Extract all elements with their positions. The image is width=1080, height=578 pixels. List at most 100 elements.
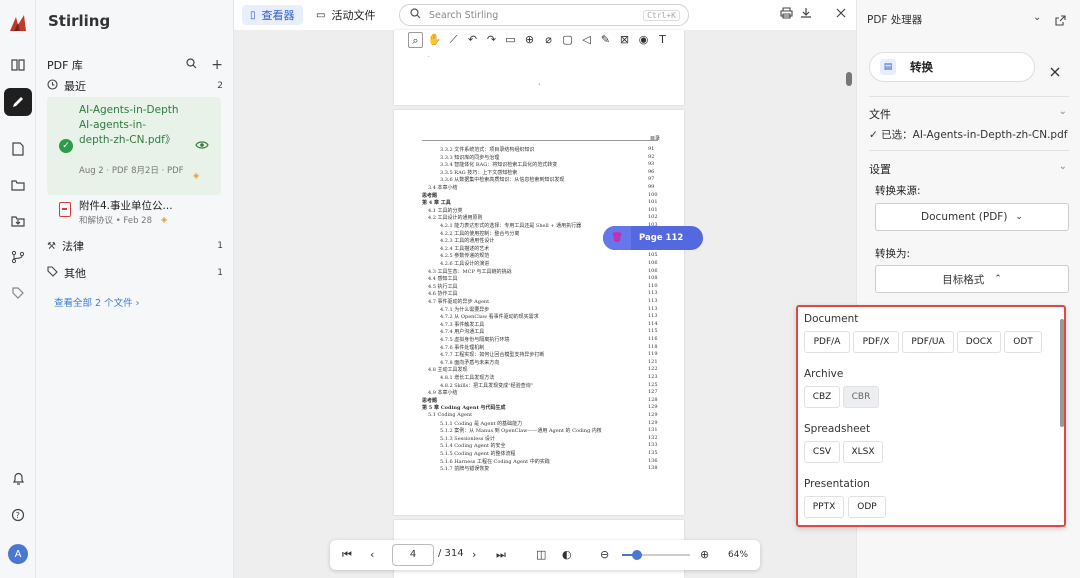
format-option[interactable]: PDF/X (853, 331, 899, 353)
audio-icon[interactable]: ◁ (579, 32, 594, 48)
selected-tool-card[interactable]: ▤ 转换 (869, 52, 1035, 82)
chevron-down-icon: ⌄ (1015, 212, 1023, 222)
folder-icon[interactable] (5, 172, 31, 198)
dark-mode-icon[interactable]: ◐ (562, 548, 572, 561)
format-option[interactable]: CBZ (804, 386, 840, 408)
format-option[interactable]: ODT (1004, 331, 1042, 353)
library-panel: Stirling PDF 库 + 最近 2 AI-Agents-in-Depth… (36, 0, 234, 578)
hand-icon[interactable]: ✋ (427, 32, 442, 48)
dropdown-scrollbar[interactable] (1060, 319, 1064, 427)
view-all-link[interactable]: 查看全部 2 个文件 › (54, 295, 139, 309)
file-icon: ▯ (250, 9, 256, 21)
format-option[interactable]: PDF/A (804, 331, 850, 353)
ruler-icon[interactable]: ⟋ (446, 32, 461, 48)
toc-entry: 5.1.1 Coding 是 Agent 的基础能力 (440, 420, 523, 427)
tag-icon[interactable]: ◈ (161, 215, 167, 224)
book-icon[interactable] (5, 52, 31, 78)
toc-page-number: 106 (648, 267, 658, 274)
file-icon: ▤ (880, 59, 896, 75)
search-icon[interactable] (186, 58, 197, 72)
print-icon[interactable] (780, 7, 793, 22)
pdf-viewer[interactable]: · • 目录 3.3.2 文件系统范式：项目录结构组织知识 91 3.3.3 知识库… (234, 30, 856, 578)
pen-icon[interactable]: ✎ (598, 32, 613, 48)
recent-section[interactable]: 最近 2 (47, 76, 225, 96)
toc-page-number: 123 (648, 374, 658, 380)
from-format-select[interactable]: Document (PDF) ⌄ (875, 203, 1069, 231)
pen-icon[interactable] (4, 88, 32, 116)
dual-page-icon[interactable]: ◫ (536, 548, 546, 561)
category-other[interactable]: 其他 1 (47, 263, 225, 283)
help-icon[interactable]: ? (5, 502, 31, 528)
close-icon[interactable] (836, 7, 846, 21)
category-law[interactable]: ⚒ 法律 1 (47, 236, 225, 256)
text-icon[interactable]: T (655, 32, 670, 48)
bell-icon[interactable] (5, 466, 31, 492)
toc-entry: 4.1 工具的分类 (428, 207, 463, 214)
toc-entry: 4.7.8 面向矛盾与未来方向 (440, 359, 500, 366)
toc-entry: 5.1.7 前牌与错误恢复 (440, 466, 490, 473)
attachment-icon[interactable]: ⌀ (541, 32, 556, 48)
toc-page-number: 122 (648, 366, 658, 373)
crop-icon[interactable]: ▭ (503, 32, 518, 48)
toc-entry: 4.8.2 Skills：把工具发现变成“经验查询” (440, 382, 534, 389)
pdf-file-icon (59, 202, 71, 217)
folder-in-icon[interactable] (5, 208, 31, 234)
avatar[interactable]: A (8, 544, 28, 564)
next-page-icon[interactable]: › (472, 548, 476, 561)
format-option[interactable]: CSV (804, 441, 840, 463)
format-dropdown[interactable]: Document PDF/A PDF/X PDF/UA DOCX ODT Arc… (796, 305, 1066, 527)
download-icon[interactable] (800, 7, 812, 22)
branch-icon[interactable] (5, 244, 31, 270)
settings-section-header[interactable]: 设置 ⌄ (869, 161, 1069, 177)
settings-label: 设置 (869, 163, 891, 176)
first-page-icon[interactable]: ⏮ (342, 548, 352, 562)
toc-entry: 4.7.4 用户沟通工具 (440, 329, 485, 336)
viewer-scrollbar[interactable] (846, 72, 852, 86)
tab-active-files[interactable]: ▭ 活动文件 (308, 5, 383, 25)
toc-page-number: 129 (648, 412, 658, 418)
zoom-in-icon[interactable]: ⊕ (700, 548, 709, 561)
tag-icon[interactable]: ◈ (193, 171, 199, 180)
undo-icon[interactable]: ↶ (465, 32, 480, 48)
redo-icon[interactable]: ↷ (484, 32, 499, 48)
format-option[interactable]: DOCX (957, 331, 1001, 353)
eye-icon[interactable] (195, 139, 209, 153)
add-icon[interactable]: + (211, 57, 223, 73)
chevron-down-icon[interactable]: ⌄ (1033, 12, 1041, 23)
file-name-title: AI-Agents-in-Depth (79, 104, 179, 116)
eye-icon[interactable]: ◉ (636, 32, 651, 48)
comment-icon[interactable]: ▢ (560, 32, 575, 48)
file-card-selected[interactable]: AI-Agents-in-Depth AI-agents-in-depth-zh… (47, 97, 221, 195)
tag-icon[interactable] (5, 280, 31, 306)
tab-viewer[interactable]: ▯ 查看器 (242, 5, 303, 25)
to-format-value: 目标格式 (942, 273, 985, 286)
page-number-input[interactable]: 4 (392, 544, 434, 566)
toc-page-number: 99 (648, 184, 655, 190)
format-option[interactable]: ODP (848, 496, 886, 518)
format-option[interactable]: PDF/UA (902, 331, 954, 353)
last-page-icon[interactable]: ⏭ (496, 548, 506, 562)
toc-entry: 3.3.4 智能体化 RAG：将知识检索工具化的范式转变 (440, 162, 558, 169)
search-input[interactable]: Search Stirling Ctrl+K (399, 4, 689, 26)
bookmark-icon[interactable]: ⊕ (522, 32, 537, 48)
search-icon (410, 8, 421, 22)
file-meta: Aug 2 · PDF 8月2日 · PDF (79, 166, 184, 176)
select-tool-icon[interactable]: ⌕ (408, 32, 423, 48)
prev-page-icon[interactable]: ‹ (370, 548, 374, 561)
format-option[interactable]: CBR (843, 386, 879, 408)
delete-icon[interactable]: 🗑 (603, 226, 631, 250)
zoom-out-icon[interactable]: ⊖ (600, 548, 609, 561)
format-option[interactable]: PPTX (804, 496, 844, 518)
file-card[interactable]: 附件4.事业单位公... 和解协议 • Feb 28 ◈ (47, 198, 221, 230)
form-icon[interactable]: ⊠ (617, 32, 632, 48)
external-link-icon[interactable] (1055, 11, 1066, 30)
to-format-select[interactable]: 目标格式 ⌃ (875, 265, 1069, 293)
close-icon[interactable] (1050, 62, 1060, 81)
zoom-slider[interactable] (622, 550, 690, 560)
logo-icon[interactable] (5, 10, 31, 36)
file-icon[interactable] (5, 136, 31, 162)
zoom-slider-handle[interactable] (632, 550, 643, 560)
page-indicator-pill[interactable]: 🗑 Page 112 (603, 226, 703, 250)
files-section-header[interactable]: 文件 ⌄ (869, 106, 1069, 122)
format-option[interactable]: XLSX (843, 441, 883, 463)
